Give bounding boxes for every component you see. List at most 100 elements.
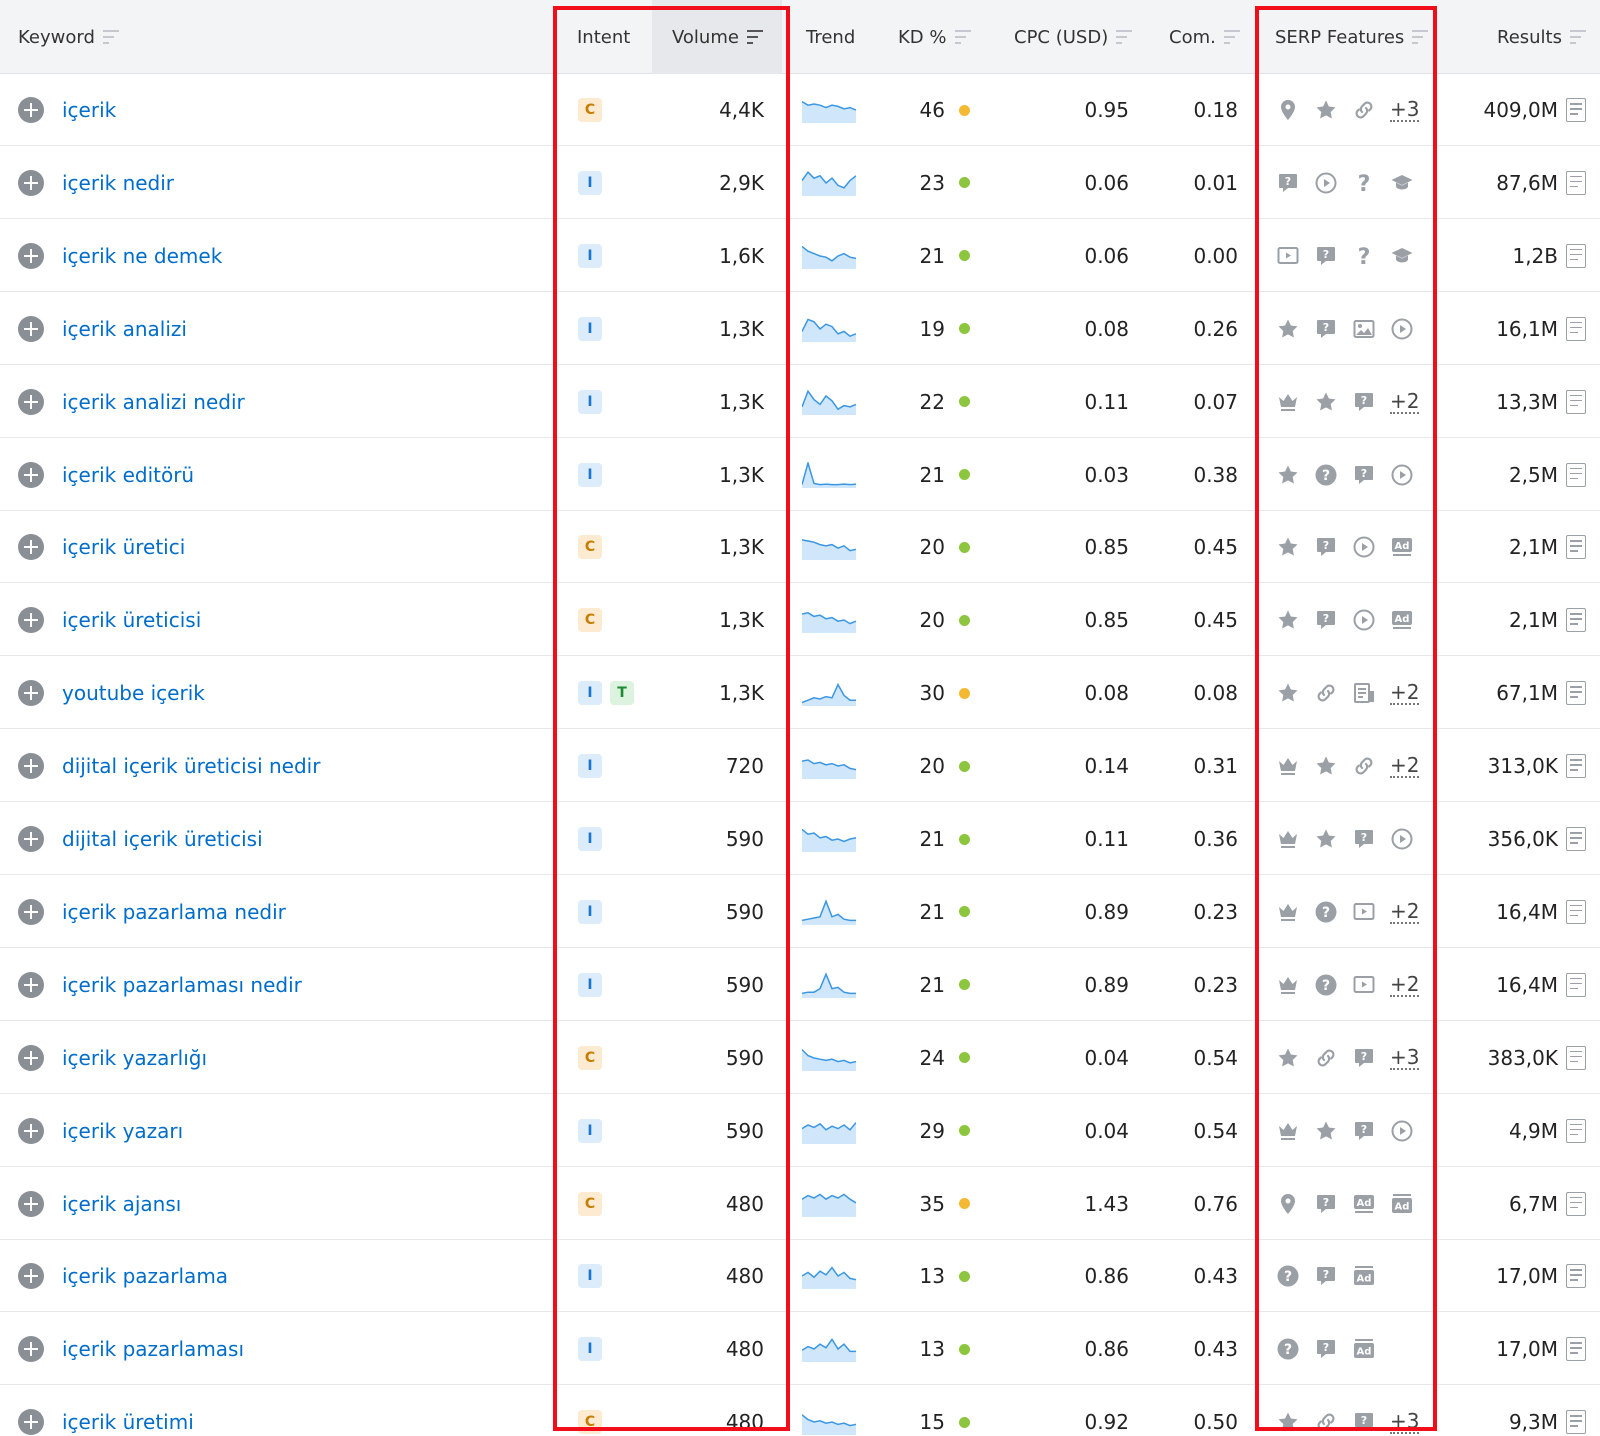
keyword-link[interactable]: dijital içerik üreticisi bbox=[62, 827, 263, 851]
faq-icon[interactable]: ? bbox=[1352, 1119, 1376, 1143]
add-to-list-icon[interactable] bbox=[18, 388, 44, 415]
link-icon[interactable] bbox=[1314, 681, 1338, 705]
header-volume[interactable]: Volume bbox=[672, 0, 763, 74]
intent-badge[interactable]: C bbox=[578, 1045, 602, 1070]
faq-icon[interactable]: ? bbox=[1314, 244, 1338, 268]
serp-more-link[interactable]: +2 bbox=[1390, 390, 1420, 414]
keyword-link[interactable]: içerik pazarlama nedir bbox=[62, 900, 286, 924]
sort-icon[interactable] bbox=[1223, 30, 1240, 44]
faq-icon[interactable]: ? bbox=[1314, 535, 1338, 559]
faq-icon[interactable]: ? bbox=[1352, 390, 1376, 414]
video-icon[interactable] bbox=[1390, 827, 1414, 851]
intent-badge[interactable]: C bbox=[578, 1410, 602, 1435]
trend-sparkline[interactable] bbox=[802, 826, 856, 852]
crown-icon[interactable] bbox=[1276, 973, 1300, 997]
video-icon[interactable] bbox=[1390, 1119, 1414, 1143]
star-icon[interactable] bbox=[1276, 1410, 1300, 1434]
faq-icon[interactable]: ? bbox=[1352, 463, 1376, 487]
star-icon[interactable] bbox=[1276, 463, 1300, 487]
ad-icon[interactable]: Ad bbox=[1390, 608, 1414, 632]
keyword-link[interactable]: içerik bbox=[62, 98, 116, 122]
add-to-list-icon[interactable] bbox=[18, 826, 44, 852]
question-circle-icon[interactable]: ? bbox=[1276, 1337, 1300, 1361]
serp-snapshot-icon[interactable] bbox=[1566, 608, 1586, 633]
trend-sparkline[interactable] bbox=[802, 243, 856, 269]
star-icon[interactable] bbox=[1314, 390, 1338, 414]
intent-badge[interactable]: I bbox=[578, 462, 602, 487]
ad-stack-icon[interactable]: Ad bbox=[1352, 1337, 1376, 1361]
location-icon[interactable] bbox=[1276, 98, 1300, 122]
header-com[interactable]: Com. bbox=[1169, 0, 1240, 74]
keyword-link[interactable]: youtube içerik bbox=[62, 681, 205, 705]
faq-icon[interactable]: ? bbox=[1352, 1046, 1376, 1070]
serp-snapshot-icon[interactable] bbox=[1566, 1118, 1586, 1143]
question-icon[interactable]: ? bbox=[1352, 171, 1376, 195]
link-icon[interactable] bbox=[1352, 98, 1376, 122]
crown-icon[interactable] bbox=[1276, 754, 1300, 778]
serp-snapshot-icon[interactable] bbox=[1566, 535, 1586, 560]
intent-badge[interactable]: I bbox=[578, 827, 602, 851]
add-to-list-icon[interactable] bbox=[18, 1263, 44, 1290]
faq-icon[interactable]: ? bbox=[1352, 827, 1376, 851]
add-to-list-icon[interactable] bbox=[18, 461, 44, 488]
trend-sparkline[interactable] bbox=[802, 461, 856, 488]
intent-badge[interactable]: T bbox=[610, 681, 634, 706]
intent-badge[interactable]: I bbox=[578, 1118, 602, 1143]
faq-icon[interactable]: ? bbox=[1314, 317, 1338, 341]
intent-badge[interactable]: I bbox=[578, 170, 602, 195]
header-results[interactable]: Results bbox=[1497, 0, 1586, 74]
trend-sparkline[interactable] bbox=[802, 1045, 856, 1071]
intent-badge[interactable]: C bbox=[578, 1191, 602, 1216]
star-icon[interactable] bbox=[1276, 608, 1300, 632]
crown-icon[interactable] bbox=[1276, 827, 1300, 851]
crown-icon[interactable] bbox=[1276, 1119, 1300, 1143]
star-icon[interactable] bbox=[1314, 754, 1338, 778]
video-icon[interactable] bbox=[1352, 608, 1376, 632]
keyword-link[interactable]: içerik pazarlaması nedir bbox=[62, 973, 302, 997]
trend-sparkline[interactable] bbox=[802, 972, 856, 998]
faq-icon[interactable]: ? bbox=[1352, 1410, 1376, 1434]
keyword-link[interactable]: içerik analizi bbox=[62, 317, 187, 341]
serp-snapshot-icon[interactable] bbox=[1566, 681, 1586, 706]
sort-icon[interactable] bbox=[102, 30, 119, 44]
serp-snapshot-icon[interactable] bbox=[1566, 462, 1586, 487]
intent-badge[interactable]: I bbox=[578, 1264, 602, 1289]
add-to-list-icon[interactable] bbox=[18, 534, 44, 561]
serp-snapshot-icon[interactable] bbox=[1566, 316, 1586, 341]
header-keyword[interactable]: Keyword bbox=[18, 0, 119, 74]
keyword-link[interactable]: içerik ajansı bbox=[62, 1192, 181, 1216]
intent-badge[interactable]: I bbox=[578, 899, 602, 924]
serp-more-link[interactable]: +3 bbox=[1390, 1410, 1420, 1435]
header-serp[interactable]: SERP Features bbox=[1275, 0, 1429, 74]
crown-icon[interactable] bbox=[1276, 900, 1300, 924]
serp-snapshot-icon[interactable] bbox=[1566, 754, 1586, 779]
article-icon[interactable] bbox=[1352, 681, 1376, 705]
faq-icon[interactable]: ? bbox=[1314, 1264, 1338, 1288]
add-to-list-icon[interactable] bbox=[18, 315, 44, 342]
trend-sparkline[interactable] bbox=[802, 97, 856, 123]
video-box-icon[interactable] bbox=[1352, 900, 1376, 924]
trend-sparkline[interactable] bbox=[802, 389, 856, 415]
video-icon[interactable] bbox=[1390, 463, 1414, 487]
serp-more-link[interactable]: +2 bbox=[1390, 900, 1420, 924]
intent-badge[interactable]: C bbox=[578, 608, 602, 633]
video-icon[interactable] bbox=[1390, 317, 1414, 341]
add-to-list-icon[interactable] bbox=[18, 1336, 44, 1363]
sort-icon[interactable] bbox=[1412, 30, 1429, 44]
serp-snapshot-icon[interactable] bbox=[1566, 1045, 1586, 1070]
serp-more-link[interactable]: +2 bbox=[1390, 754, 1420, 779]
video-box-icon[interactable] bbox=[1276, 244, 1300, 268]
serp-snapshot-icon[interactable] bbox=[1566, 243, 1586, 268]
serp-snapshot-icon[interactable] bbox=[1566, 1410, 1586, 1435]
link-icon[interactable] bbox=[1314, 1410, 1338, 1434]
intent-badge[interactable]: I bbox=[578, 316, 602, 341]
location-icon[interactable] bbox=[1276, 1192, 1300, 1216]
ad-stack-icon[interactable]: Ad bbox=[1390, 1192, 1414, 1216]
serp-snapshot-icon[interactable] bbox=[1566, 389, 1586, 414]
keyword-link[interactable]: içerik ne demek bbox=[62, 244, 222, 268]
star-icon[interactable] bbox=[1314, 1119, 1338, 1143]
faq-icon[interactable]: ? bbox=[1314, 1337, 1338, 1361]
video-box-icon[interactable] bbox=[1352, 973, 1376, 997]
question-circle-icon[interactable]: ? bbox=[1276, 1264, 1300, 1288]
add-to-list-icon[interactable] bbox=[18, 97, 44, 123]
